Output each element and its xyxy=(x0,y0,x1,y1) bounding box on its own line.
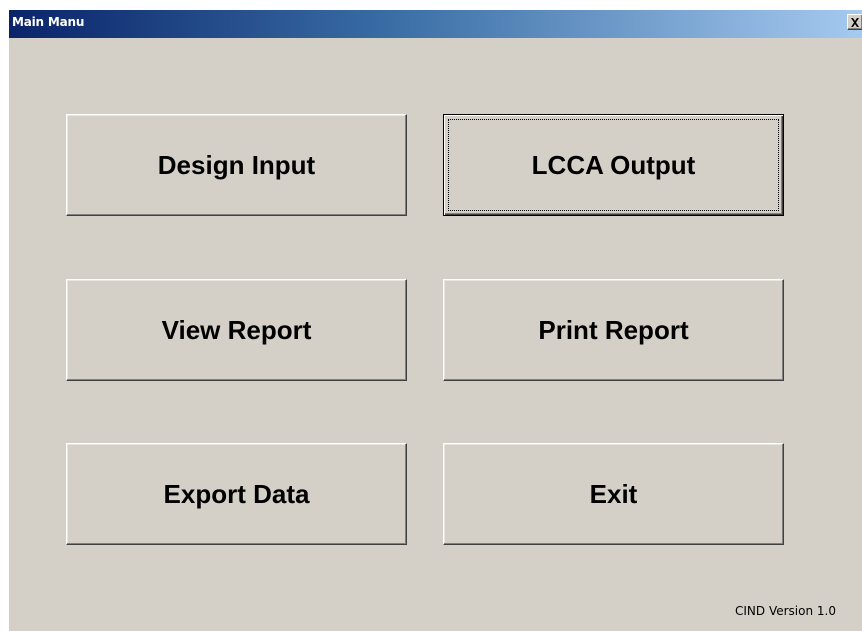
title-bar[interactable]: Main Manu xyxy=(9,10,862,38)
print-report-label: Print Report xyxy=(538,314,689,345)
exit-label: Exit xyxy=(589,478,638,509)
main-menu-window: Main Manu Design Input LCCA Output View … xyxy=(8,10,862,631)
design-input-button[interactable]: Design Input xyxy=(66,114,407,216)
close-button[interactable] xyxy=(847,14,862,30)
view-report-label: View Report xyxy=(161,314,312,345)
design-input-label: Design Input xyxy=(157,149,316,180)
export-data-button[interactable]: Export Data xyxy=(66,443,407,545)
view-report-button[interactable]: View Report xyxy=(66,279,407,381)
version-label: CIND Version 1.0 xyxy=(735,604,836,618)
lcca-output-button[interactable]: LCCA Output xyxy=(443,114,784,216)
exit-button[interactable]: Exit xyxy=(443,443,784,545)
close-icon xyxy=(851,17,859,27)
export-data-label: Export Data xyxy=(163,478,310,509)
window-title: Main Manu xyxy=(12,15,85,29)
lcca-output-label: LCCA Output xyxy=(531,149,696,180)
print-report-button[interactable]: Print Report xyxy=(443,279,784,381)
